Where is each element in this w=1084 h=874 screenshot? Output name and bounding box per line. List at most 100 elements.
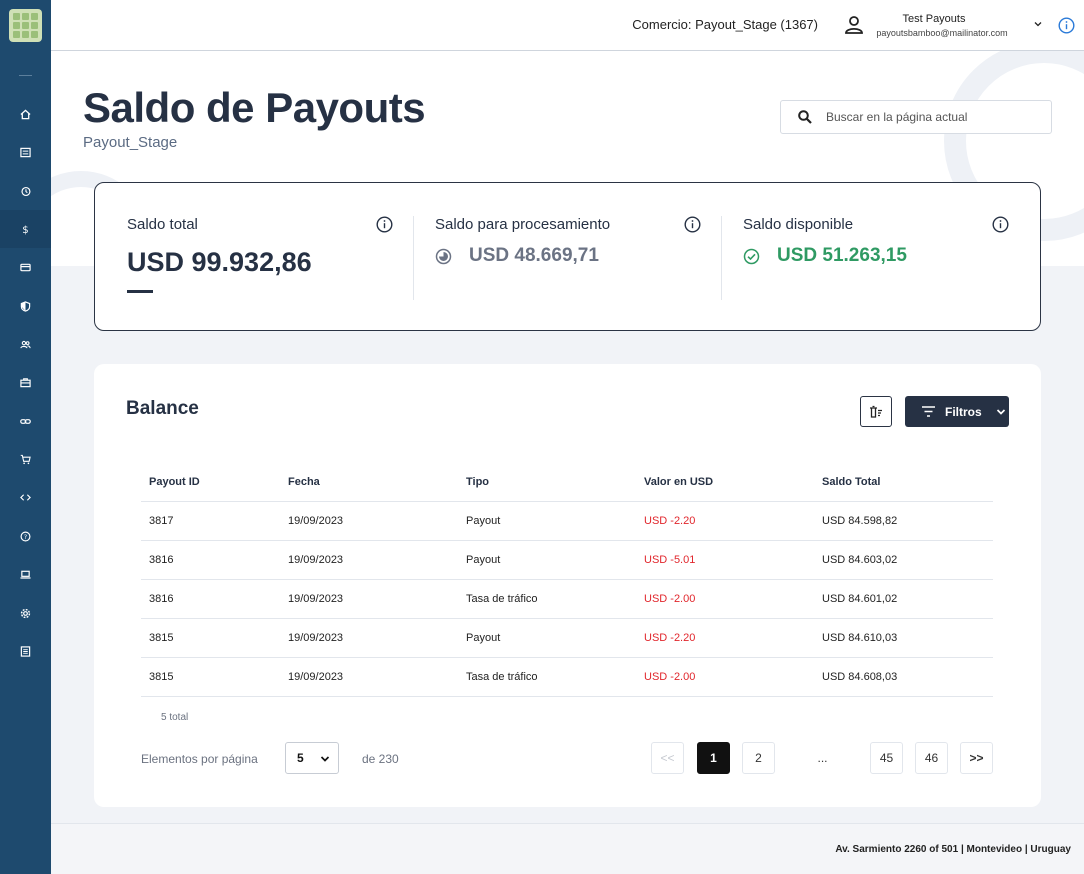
dollar-icon: $ <box>22 225 28 235</box>
sidebar-item-developers[interactable] <box>0 478 51 516</box>
date-cell: 19/09/2023 <box>280 501 458 541</box>
sidebar-item-users[interactable] <box>0 325 51 363</box>
sidebar-item-history[interactable] <box>0 172 51 210</box>
amount-cell: USD -2.00 <box>636 657 814 697</box>
balance-cell: USD 84.608,03 <box>814 657 993 697</box>
shield-icon <box>20 300 31 312</box>
chevron-down-icon[interactable] <box>1034 20 1042 28</box>
total-balance-value: USD 99.932,86 <box>127 247 312 277</box>
user-email: payoutsbamboo@mailinator.com <box>876 28 1008 38</box>
info-icon[interactable] <box>992 216 1009 233</box>
table-row[interactable]: 3815 19/09/2023 Tasa de tráfico USD -2.0… <box>141 657 993 697</box>
amount-cell: USD -2.00 <box>636 579 814 619</box>
check-circle-icon <box>743 248 760 264</box>
payout-id-cell: 3815 <box>141 618 280 658</box>
filters-button[interactable]: Filtros <box>905 396 1009 427</box>
filters-label: Filtros <box>945 404 982 419</box>
search-input[interactable] <box>826 110 1046 124</box>
cart-icon <box>20 454 31 464</box>
column-header[interactable]: Tipo <box>458 464 636 502</box>
balance-cell: USD 84.601,02 <box>814 579 993 619</box>
info-icon[interactable] <box>684 216 701 233</box>
merchant-selector[interactable]: Comercio: Payout_Stage (1367) <box>632 17 818 32</box>
main-content: Saldo de Payouts Payout_Stage Saldo tota… <box>51 51 1084 874</box>
page-button-46[interactable]: 46 <box>915 742 948 774</box>
page-button-1[interactable]: 1 <box>697 742 730 774</box>
sidebar-item-checkout[interactable] <box>0 440 51 478</box>
pie-progress-icon <box>435 248 452 264</box>
per-page-value: 5 <box>297 751 304 765</box>
page-button-45[interactable]: 45 <box>870 742 903 774</box>
date-cell: 19/09/2023 <box>280 579 458 619</box>
type-cell: Tasa de tráfico <box>458 657 636 697</box>
sidebar-item-help[interactable]: ? <box>0 517 51 555</box>
available-balance-value: USD 51.263,15 <box>777 245 907 266</box>
pagination-ellipsis: ... <box>806 742 839 774</box>
last-page-button[interactable]: >> <box>960 742 993 774</box>
summary-divider <box>721 216 722 300</box>
chevron-down-icon <box>996 408 1005 415</box>
report-icon <box>20 645 31 657</box>
settings-icon <box>20 608 31 618</box>
users-icon <box>20 340 31 348</box>
of-total: de 230 <box>362 752 399 766</box>
card-icon <box>20 263 31 271</box>
sidebar-item-terminals[interactable] <box>0 555 51 593</box>
balance-cell: USD 84.610,03 <box>814 618 993 658</box>
type-cell: Tasa de tráfico <box>458 579 636 619</box>
amount-cell: USD -2.20 <box>636 501 814 541</box>
svg-text:?: ? <box>24 532 27 540</box>
filter-icon <box>922 406 935 417</box>
page-button-2[interactable]: 2 <box>742 742 775 774</box>
sidebar-item-cards[interactable] <box>0 248 51 286</box>
type-cell: Payout <box>458 618 636 658</box>
table-header-row: Payout ID Fecha Tipo Valor en USD Saldo … <box>141 464 993 502</box>
brand-logo[interactable] <box>9 9 42 42</box>
list-icon <box>20 147 31 157</box>
processing-balance-value: USD 48.669,71 <box>469 245 599 266</box>
amount-cell: USD -2.20 <box>636 618 814 658</box>
per-page-select[interactable]: 5 <box>285 742 339 774</box>
delete-filter-icon <box>870 405 882 418</box>
type-cell: Payout <box>458 540 636 580</box>
amount-cell: USD -5.01 <box>636 540 814 580</box>
balance-summary-card: Saldo total USD 99.932,86 Saldo para pro… <box>94 182 1041 331</box>
date-cell: 19/09/2023 <box>280 657 458 697</box>
processing-balance-section: Saldo para procesamiento USD 48.669,71 <box>435 216 701 300</box>
sidebar-item-transactions[interactable] <box>0 133 51 171</box>
sidebar-item-settings[interactable] <box>0 594 51 632</box>
table-row[interactable]: 3815 19/09/2023 Payout USD -2.20 USD 84.… <box>141 618 993 658</box>
sidebar-item-security[interactable] <box>0 287 51 325</box>
clear-filters-button[interactable] <box>860 396 892 427</box>
topbar: Comercio: Payout_Stage (1367) Test Payou… <box>51 0 1084 51</box>
code-icon <box>20 493 31 501</box>
table-row[interactable]: 3816 19/09/2023 Payout USD -5.01 USD 84.… <box>141 540 993 580</box>
info-icon[interactable] <box>376 216 393 233</box>
total-balance-underline <box>127 290 153 293</box>
page-title: Saldo de Payouts <box>83 84 426 131</box>
balance-cell: USD 84.598,82 <box>814 501 993 541</box>
sidebar-item-payouts[interactable]: $ <box>0 210 51 248</box>
total-count: 5 total <box>161 712 189 723</box>
balance-title: Balance <box>126 398 199 419</box>
user-name[interactable]: Test Payouts <box>859 13 1009 25</box>
table-row[interactable]: 3816 19/09/2023 Tasa de tráfico USD -2.0… <box>141 579 993 619</box>
available-balance-label: Saldo disponible <box>743 216 854 233</box>
table-row[interactable]: 3817 19/09/2023 Payout USD -2.20 USD 84.… <box>141 501 993 541</box>
first-page-button[interactable]: << <box>651 742 684 774</box>
column-header[interactable]: Fecha <box>280 464 458 502</box>
payout-id-cell: 3816 <box>141 579 280 619</box>
sidebar-item-links[interactable] <box>0 402 51 440</box>
sidebar: $ ? <box>0 0 51 874</box>
sidebar-item-business[interactable] <box>0 363 51 401</box>
info-icon[interactable] <box>1058 17 1075 34</box>
help-icon: ? <box>20 531 31 541</box>
sidebar-item-reports[interactable] <box>0 632 51 670</box>
column-header[interactable]: Payout ID <box>141 464 280 502</box>
search-box[interactable] <box>780 100 1052 134</box>
sidebar-item-home[interactable] <box>0 95 51 133</box>
column-header[interactable]: Saldo Total <box>814 464 993 502</box>
laptop-icon <box>20 570 31 579</box>
column-header[interactable]: Valor en USD <box>636 464 814 502</box>
date-cell: 19/09/2023 <box>280 618 458 658</box>
